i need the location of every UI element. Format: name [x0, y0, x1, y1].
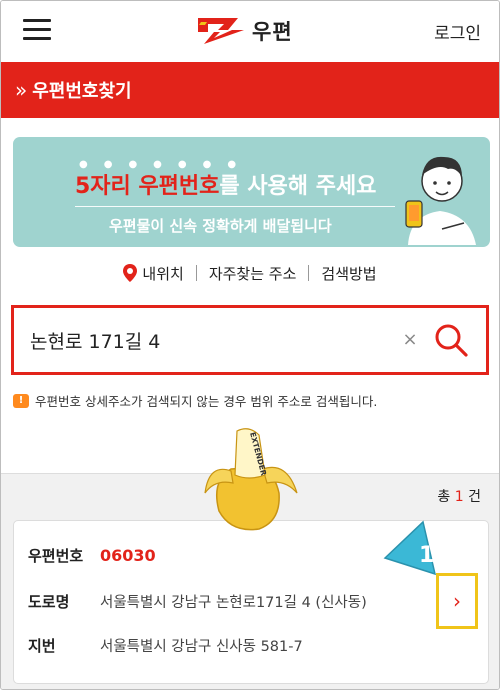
search-icon[interactable] [434, 323, 468, 357]
shortcut-favorite-address[interactable]: 자주찾는 주소 [209, 263, 297, 284]
shortcut-links: 내위치 자주찾는 주소 검색방법 [1, 260, 499, 286]
shortcut-search-method-label: 검색방법 [321, 264, 377, 283]
logo-text: 우편 [252, 20, 293, 44]
app-frame: 우편 로그인 » 우편번호찾기 ●●●●●●● 5자리 우편번호를 사용해 주세… [0, 0, 500, 690]
lot-address-row: 지번 서울특별시 강남구 신사동 581-7 [28, 635, 303, 656]
callout-number: 1 [419, 543, 434, 568]
result-count-suffix: 건 [468, 489, 481, 505]
zip-value: 06030 [100, 546, 156, 565]
result-count: 총 1 건 [437, 486, 481, 506]
login-link[interactable]: 로그인 [434, 19, 481, 44]
result-count-prefix: 총 [437, 489, 451, 505]
post-logo[interactable]: 우편 [198, 15, 293, 47]
chevron-right-icon: › [453, 589, 461, 613]
search-notice: ! 우편번호 상세주소가 검색되지 않는 경우 범위 주소로 검색됩니다. [13, 391, 377, 410]
shortcut-my-location-label: 내위치 [142, 264, 184, 283]
shortcut-divider [195, 265, 197, 281]
banner-headline-rest: 를 사용해 주세요 [219, 174, 377, 199]
location-pin-icon [123, 264, 138, 282]
smiling-person-illustration [405, 156, 476, 245]
lot-address-value: 서울특별시 강남구 신사동 581-7 [100, 639, 303, 655]
warning-icon: ! [13, 393, 29, 408]
post-logo-icon [198, 18, 244, 44]
shortcut-divider [308, 265, 310, 281]
clear-icon[interactable]: × [398, 328, 422, 352]
address-search-input[interactable] [30, 323, 390, 357]
road-address-row: 도로명 서울특별시 강남구 논현로171길 4 (신사동) [28, 591, 367, 612]
page-title-bar: » 우편번호찾기 [1, 62, 499, 118]
road-address-label: 도로명 [28, 593, 70, 611]
search-box: × [11, 305, 489, 375]
app-header: 우편 로그인 [1, 1, 499, 61]
shortcut-my-location[interactable]: 내위치 [123, 263, 184, 284]
shortcut-search-method[interactable]: 검색방법 [321, 263, 376, 284]
promo-banner[interactable]: ●●●●●●● 5자리 우편번호를 사용해 주세요 우편물이 신속 정확하게 배… [13, 137, 490, 247]
banner-divider [75, 206, 395, 207]
double-chevron-icon: » [15, 78, 27, 102]
zip-row: 우편번호 06030 [28, 545, 156, 566]
step-callout-icon: 1 [383, 520, 437, 576]
result-count-number: 1 [454, 489, 464, 505]
road-address-value: 서울특별시 강남구 논현로171길 4 (신사동) [100, 595, 367, 611]
hamburger-menu-icon[interactable] [23, 17, 51, 41]
zip-label: 우편번호 [28, 547, 84, 565]
banana-extender-icon: EXTENDER [204, 428, 298, 531]
banner-subtitle: 우편물이 신속 정확하게 배달됩니다 [109, 217, 332, 235]
lot-address-label: 지번 [28, 637, 56, 655]
shortcut-favorite-address-label: 자주찾는 주소 [208, 264, 297, 283]
search-notice-text: 우편번호 상세주소가 검색되지 않는 경우 범위 주소로 검색됩니다. [35, 394, 378, 409]
page-title: 우편번호찾기 [32, 81, 132, 102]
banner-headline-highlight: 5자리 우편번호 [75, 174, 220, 199]
